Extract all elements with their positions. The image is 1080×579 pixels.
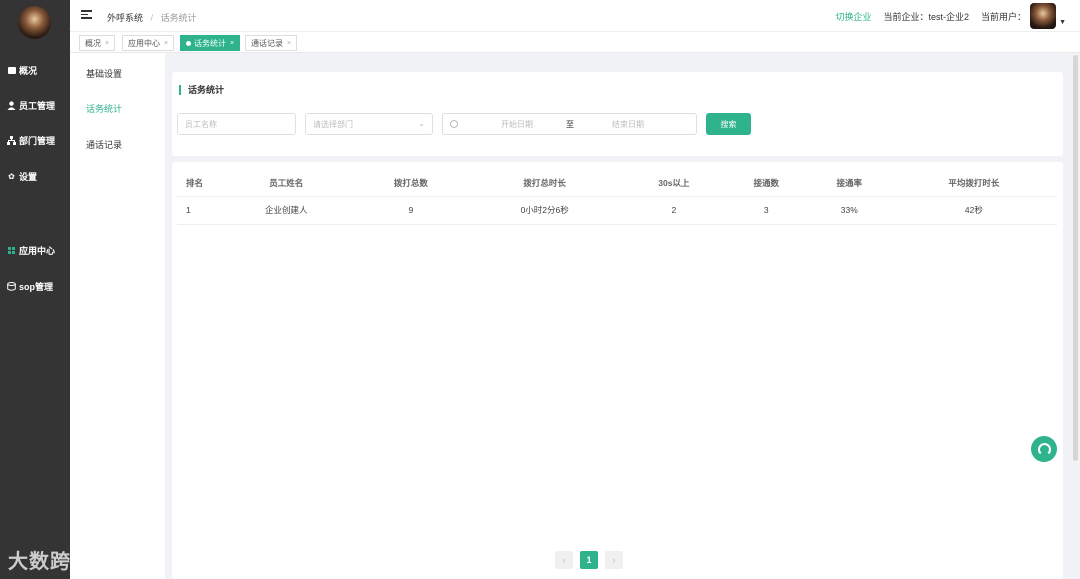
- col-total-calls: 拨打总数: [355, 170, 467, 197]
- subnav-item-call-records[interactable]: 通话记录: [86, 138, 122, 151]
- sub-sidebar: 基础设置 话务统计 通话记录: [70, 53, 165, 579]
- sidebar-item-label: 应用中心: [19, 245, 56, 256]
- main-sidebar: 概况 员工管理 部门管理 ✿ 设置 应用中心 sop管理: [0, 0, 70, 579]
- breadcrumb: 外呼系统 / 话务统计: [107, 11, 197, 24]
- current-company: 当前企业：test-企业2: [883, 11, 970, 22]
- tab-app-center[interactable]: 应用中心 ×: [122, 35, 175, 51]
- range-separator: 至: [566, 119, 574, 129]
- current-user-label: 当前用户：: [981, 11, 1027, 22]
- sidebar-item-app-center[interactable]: 应用中心: [0, 240, 70, 260]
- sidebar-item-employees[interactable]: 员工管理: [0, 95, 70, 115]
- active-dot-icon: [186, 40, 191, 46]
- table-row: 1 企业创建人 9 0小时2分6秒 2 3 33% 42秒: [177, 196, 1057, 225]
- end-date-input[interactable]: 结束日期: [578, 119, 678, 130]
- table-header-row: 排名 员工姓名 拨打总数 拨打总时长 30s以上 接通数 接通率 平均拨打时长: [177, 170, 1057, 197]
- scrollbar[interactable]: [1071, 53, 1080, 463]
- search-button[interactable]: 搜索: [706, 113, 751, 135]
- menu-toggle-icon[interactable]: [81, 10, 92, 20]
- subnav-item-basic-settings[interactable]: 基础设置: [86, 67, 122, 80]
- avatar[interactable]: [1030, 3, 1057, 29]
- logo[interactable]: [18, 6, 51, 39]
- page-number-button[interactable]: 1: [580, 551, 598, 569]
- clock-icon: [450, 120, 458, 128]
- close-icon[interactable]: ×: [164, 40, 168, 47]
- headset-icon: [1037, 442, 1051, 456]
- col-connected: 接通数: [724, 170, 808, 197]
- col-employee-name: 员工姓名: [217, 170, 356, 197]
- tab-label: 概况: [85, 38, 101, 48]
- subnav-item-call-stats[interactable]: 话务统计: [86, 102, 122, 115]
- gear-icon: ✿: [8, 171, 15, 181]
- cell-connect-rate: 33%: [807, 196, 891, 225]
- breadcrumb-current: 话务统计: [160, 13, 197, 23]
- cell-connected: 3: [724, 196, 808, 225]
- stats-table-card: 排名 员工姓名 拨打总数 拨打总时长 30s以上 接通数 接通率 平均拨打时长 …: [172, 162, 1063, 579]
- tab-call-records[interactable]: 通话记录 ×: [245, 35, 298, 51]
- filter-card: 话务统计 员工名称 请选择部门 ⌄ 开始日期 至 结束日期 搜索: [172, 72, 1063, 156]
- sidebar-item-label: 概况: [19, 65, 38, 76]
- database-icon: [7, 281, 16, 291]
- grid-icon: [7, 246, 16, 255]
- department-select[interactable]: 请选择部门 ⌄: [305, 113, 433, 135]
- header-right: 切换企业 当前企业：test-企业2 当前用户： ▼: [836, 3, 1066, 29]
- card-title: 话务统计: [179, 85, 224, 95]
- chevron-down-icon: ⌄: [418, 119, 425, 128]
- col-connect-rate: 接通率: [807, 170, 891, 197]
- cell-rank: 1: [177, 196, 217, 225]
- cell-over-30s: 2: [623, 196, 725, 225]
- pagination: ‹ 1 ›: [555, 551, 623, 569]
- col-avg-duration: 平均拨打时长: [890, 170, 1057, 197]
- watermark: 大数跨境: [8, 551, 92, 573]
- input-placeholder: 员工名称: [185, 119, 217, 129]
- tab-label: 应用中心: [128, 38, 160, 48]
- sidebar-item-label: 员工管理: [19, 100, 56, 111]
- top-header: 外呼系统 / 话务统计 切换企业 当前企业：test-企业2 当前用户： ▼: [70, 0, 1080, 32]
- breadcrumb-item[interactable]: 外呼系统: [107, 13, 143, 23]
- tab-overview[interactable]: 概况 ×: [79, 35, 116, 51]
- tab-label: 通话记录: [251, 38, 283, 48]
- employee-name-input[interactable]: 员工名称: [177, 113, 296, 135]
- close-icon[interactable]: ×: [105, 40, 109, 47]
- close-icon[interactable]: ×: [287, 40, 291, 47]
- cell-employee-name: 企业创建人: [217, 196, 356, 225]
- org-chart-icon: [7, 135, 16, 145]
- col-total-duration: 拨打总时长: [466, 170, 624, 197]
- close-icon[interactable]: ×: [230, 40, 234, 47]
- monitor-icon: [7, 66, 16, 75]
- tab-bar: 概况 × 应用中心 × 话务统计 × 通话记录 ×: [70, 32, 1080, 53]
- sidebar-item-overview[interactable]: 概况: [0, 60, 70, 80]
- sidebar-item-label: 部门管理: [19, 135, 56, 146]
- cell-total-duration: 0小时2分6秒: [466, 196, 624, 225]
- caret-down-icon[interactable]: ▼: [1059, 19, 1066, 26]
- sidebar-item-label: sop管理: [19, 281, 54, 292]
- date-range-picker[interactable]: 开始日期 至 结束日期: [442, 113, 697, 135]
- stats-table: 排名 员工姓名 拨打总数 拨打总时长 30s以上 接通数 接通率 平均拨打时长 …: [177, 170, 1057, 225]
- col-over-30s: 30s以上: [623, 170, 725, 197]
- tab-call-stats[interactable]: 话务统计 ×: [180, 35, 241, 51]
- customer-service-button[interactable]: [1031, 436, 1057, 462]
- cell-avg-duration: 42秒: [890, 196, 1057, 225]
- scrollbar-thumb[interactable]: [1073, 55, 1078, 461]
- sidebar-item-label: 设置: [19, 171, 38, 182]
- user-icon: [7, 100, 16, 110]
- sidebar-item-sop[interactable]: sop管理: [0, 276, 70, 296]
- start-date-input[interactable]: 开始日期: [468, 119, 566, 130]
- breadcrumb-separator: /: [150, 13, 154, 23]
- select-placeholder: 请选择部门: [313, 119, 353, 129]
- col-rank: 排名: [177, 170, 217, 197]
- sidebar-item-departments[interactable]: 部门管理: [0, 130, 70, 150]
- next-page-button[interactable]: ›: [605, 551, 623, 569]
- tab-label: 话务统计: [194, 38, 226, 48]
- switch-company-link[interactable]: 切换企业: [836, 10, 872, 23]
- prev-page-button[interactable]: ‹: [555, 551, 573, 569]
- cell-total-calls: 9: [355, 196, 467, 225]
- sidebar-item-settings[interactable]: ✿ 设置: [0, 166, 70, 186]
